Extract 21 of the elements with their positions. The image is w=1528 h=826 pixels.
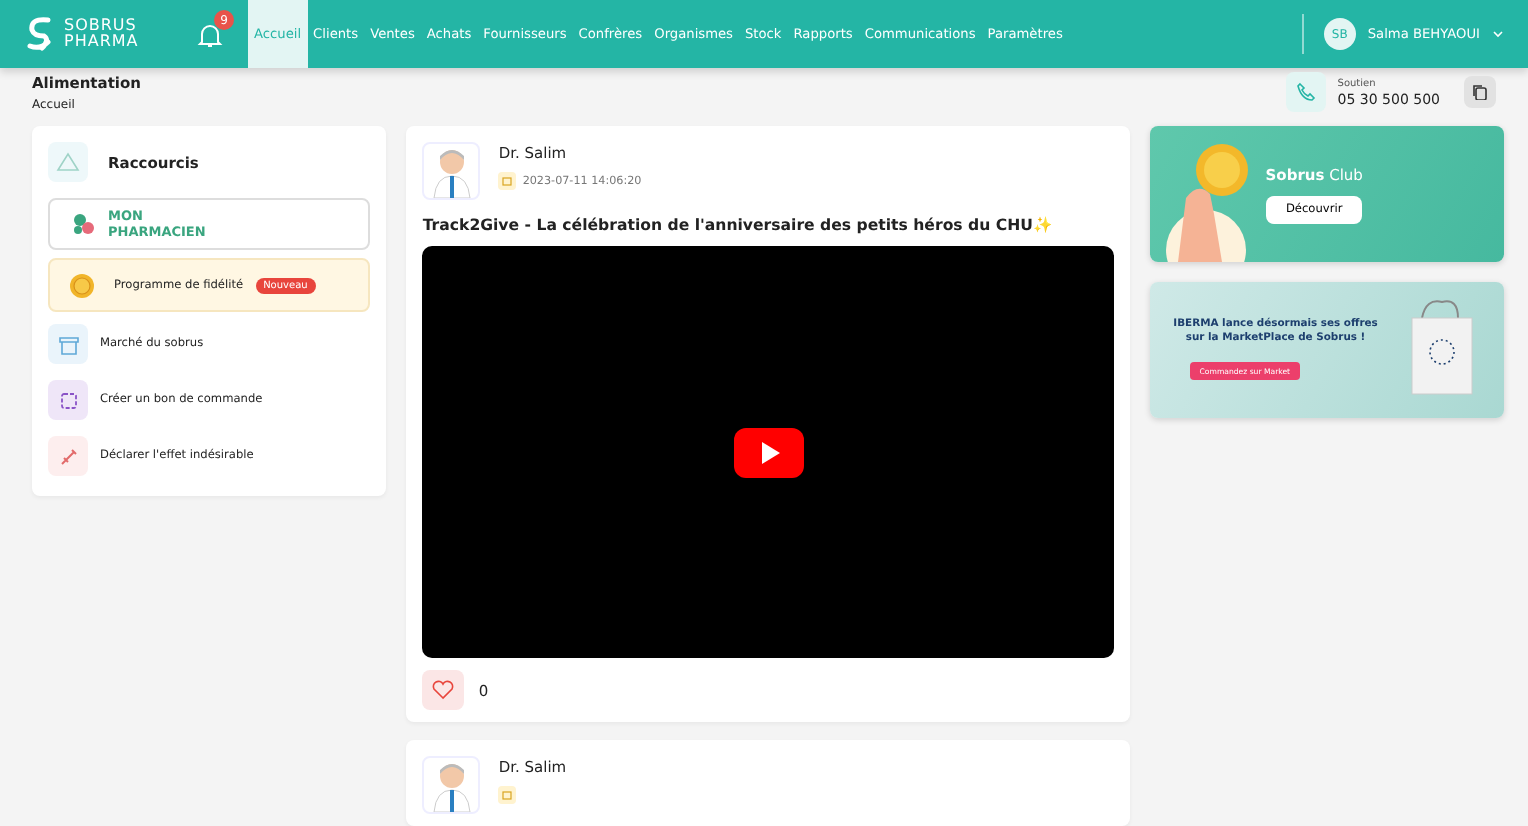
- phone-icon: [1285, 72, 1326, 112]
- logo-text: SOBRUS: [64, 18, 139, 34]
- like-button[interactable]: [422, 670, 465, 710]
- bell-icon[interactable]: [196, 22, 224, 50]
- store-icon: [57, 333, 79, 355]
- partner-logo-icon: [70, 210, 98, 238]
- chevron-down-icon[interactable]: [1492, 28, 1504, 40]
- shopping-bag-drawing: [1405, 298, 1478, 398]
- doctor-avatar: [431, 760, 472, 812]
- heart-icon[interactable]: [432, 680, 455, 700]
- logo-text: PHARMA: [64, 34, 139, 50]
- coin-icon: [70, 273, 94, 297]
- calendar-icon: [498, 786, 517, 804]
- calendar-icon: [498, 172, 517, 190]
- doctor-avatar: [431, 146, 472, 198]
- syringe-icon: [57, 445, 79, 467]
- copy-button[interactable]: [1464, 76, 1496, 108]
- logo-icon: [24, 16, 56, 52]
- copy-icon[interactable]: [1472, 84, 1488, 100]
- play-button-icon[interactable]: [733, 427, 804, 477]
- shortcut-icon: [48, 142, 88, 182]
